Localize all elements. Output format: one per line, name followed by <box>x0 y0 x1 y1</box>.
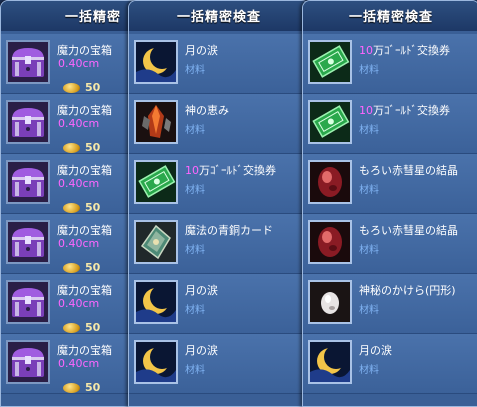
crescent-moon-icon <box>134 280 178 324</box>
item-name: 10万ｺﾞｰﾙﾄﾞ交換券 <box>359 102 450 118</box>
item-name-text: 万ｺﾞｰﾙﾄﾞ交換券 <box>199 164 276 177</box>
item-name: 魔力の宝箱 <box>57 44 112 57</box>
item-category: 材料 <box>185 365 205 376</box>
purple-treasure-chest-icon <box>6 340 50 384</box>
list-item[interactable]: 月の涙 材料 <box>303 334 477 394</box>
item-name-amount: 10 <box>359 104 373 117</box>
list-item[interactable]: 10万ｺﾞｰﾙﾄﾞ交換券 材料 <box>129 154 309 214</box>
panel-title: 一括精密検査 <box>129 1 309 31</box>
item-category: 材料 <box>359 305 379 316</box>
gold-coin-icon <box>63 382 80 393</box>
item-category: 材料 <box>185 125 205 136</box>
item-name: 魔法の青銅カード <box>185 224 273 237</box>
item-category: 材料 <box>359 245 379 256</box>
item-category: 材料 <box>185 185 205 196</box>
item-name: 魔力の宝箱 <box>57 284 112 297</box>
item-name: 魔力の宝箱 <box>57 164 112 177</box>
item-name-text: 万ｺﾞｰﾙﾄﾞ交換券 <box>373 104 450 117</box>
item-count: 50 <box>85 201 101 214</box>
list-item[interactable]: 魔法の青銅カード 材料 <box>129 214 309 274</box>
item-name: もろい赤彗星の結晶 <box>359 164 458 177</box>
purple-treasure-chest-icon <box>6 160 50 204</box>
item-name-text: 万ｺﾞｰﾙﾄﾞ交換券 <box>373 44 450 57</box>
item-category: 材料 <box>359 185 379 196</box>
panel-title: 一括精密検査 <box>303 1 477 31</box>
gold-coin-icon <box>63 322 80 333</box>
item-category: 材料 <box>359 365 379 376</box>
item-size: 0.40cm <box>58 357 100 370</box>
item-name: 魔力の宝箱 <box>57 344 112 357</box>
list-item[interactable]: 月の涙 材料 <box>129 274 309 334</box>
list-item[interactable]: 魔力の宝箱 0.40cm 50 <box>1 154 139 214</box>
gold-coin-icon <box>63 202 80 213</box>
list-item[interactable]: 魔力の宝箱 0.40cm 50 <box>1 34 139 94</box>
crescent-moon-icon <box>308 340 352 384</box>
item-name: 神秘のかけら(円形) <box>359 284 456 297</box>
item-category: 材料 <box>359 65 379 76</box>
crescent-moon-icon <box>134 40 178 84</box>
purple-treasure-chest-icon <box>6 40 50 84</box>
list-item[interactable]: もろい赤彗星の結晶 材料 <box>303 214 477 274</box>
item-name: 月の涙 <box>185 344 218 357</box>
item-name: 魔力の宝箱 <box>57 224 112 237</box>
list-item[interactable]: 10万ｺﾞｰﾙﾄﾞ交換券 材料 <box>303 94 477 154</box>
list-item[interactable]: 月の涙 材料 <box>129 334 309 394</box>
item-category: 材料 <box>359 125 379 136</box>
list-item[interactable]: 神の恵み 材料 <box>129 94 309 154</box>
bulk-appraisal-panel-left: 一括精密 魔力の宝箱 0.40cm 50 魔力の宝箱 0.40cm 50 魔力の… <box>0 0 140 407</box>
item-price: 50 <box>63 377 100 396</box>
item-category: 材料 <box>185 245 205 256</box>
purple-treasure-chest-icon <box>6 220 50 264</box>
list-item[interactable]: 10万ｺﾞｰﾙﾄﾞ交換券 材料 <box>303 34 477 94</box>
gold-coin-icon <box>63 82 80 93</box>
list-item[interactable]: 魔力の宝箱 0.40cm 50 <box>1 214 139 274</box>
list-item[interactable]: 魔力の宝箱 0.40cm 50 <box>1 94 139 154</box>
item-count: 50 <box>85 321 101 334</box>
red-gem-crystal-icon <box>308 220 352 264</box>
purple-treasure-chest-icon <box>6 280 50 324</box>
item-size: 0.40cm <box>58 237 100 250</box>
item-name-amount: 10 <box>359 44 373 57</box>
crescent-moon-icon <box>134 340 178 384</box>
item-count: 50 <box>85 141 101 154</box>
item-name: 10万ｺﾞｰﾙﾄﾞ交換券 <box>359 42 450 58</box>
bulk-appraisal-panel-right: 一括精密検査 10万ｺﾞｰﾙﾄﾞ交換券 材料 10万ｺﾞｰﾙﾄﾞ交換券 材料 も… <box>302 0 477 407</box>
item-category: 材料 <box>185 65 205 76</box>
bronze-card-icon <box>134 220 178 264</box>
item-name: 魔力の宝箱 <box>57 104 112 117</box>
item-size: 0.40cm <box>58 297 100 310</box>
item-size: 0.40cm <box>58 117 100 130</box>
gold-coin-icon <box>63 142 80 153</box>
item-name: 神の恵み <box>185 104 229 117</box>
item-count: 50 <box>85 261 101 274</box>
mysterious-shard-icon <box>308 280 352 324</box>
purple-treasure-chest-icon <box>6 100 50 144</box>
item-name: もろい赤彗星の結晶 <box>359 224 458 237</box>
item-name: 月の涙 <box>185 284 218 297</box>
red-crystal-blessing-icon <box>134 100 178 144</box>
list-item[interactable]: 魔力の宝箱 0.40cm 50 <box>1 274 139 334</box>
item-name: 10万ｺﾞｰﾙﾄﾞ交換券 <box>185 162 276 178</box>
item-count: 50 <box>85 381 101 394</box>
list-item[interactable]: 神秘のかけら(円形) 材料 <box>303 274 477 334</box>
bulk-appraisal-panel-middle: 一括精密検査 月の涙 材料 神の恵み 材料 10万ｺﾞｰﾙﾄﾞ交換券 材料 魔法… <box>128 0 310 407</box>
green-gold-voucher-icon <box>308 40 352 84</box>
item-count: 50 <box>85 81 101 94</box>
item-size: 0.40cm <box>58 177 100 190</box>
list-item[interactable]: 魔力の宝箱 0.40cm 50 <box>1 334 139 394</box>
item-category: 材料 <box>185 305 205 316</box>
gold-coin-icon <box>63 262 80 273</box>
list-item[interactable]: 月の涙 材料 <box>129 34 309 94</box>
item-size: 0.40cm <box>58 57 100 70</box>
green-gold-voucher-icon <box>308 100 352 144</box>
item-name: 月の涙 <box>185 44 218 57</box>
item-name-amount: 10 <box>185 164 199 177</box>
green-gold-voucher-icon <box>134 160 178 204</box>
list-item[interactable]: もろい赤彗星の結晶 材料 <box>303 154 477 214</box>
panel-title: 一括精密 <box>1 1 139 31</box>
red-gem-crystal-icon <box>308 160 352 204</box>
item-name: 月の涙 <box>359 344 392 357</box>
